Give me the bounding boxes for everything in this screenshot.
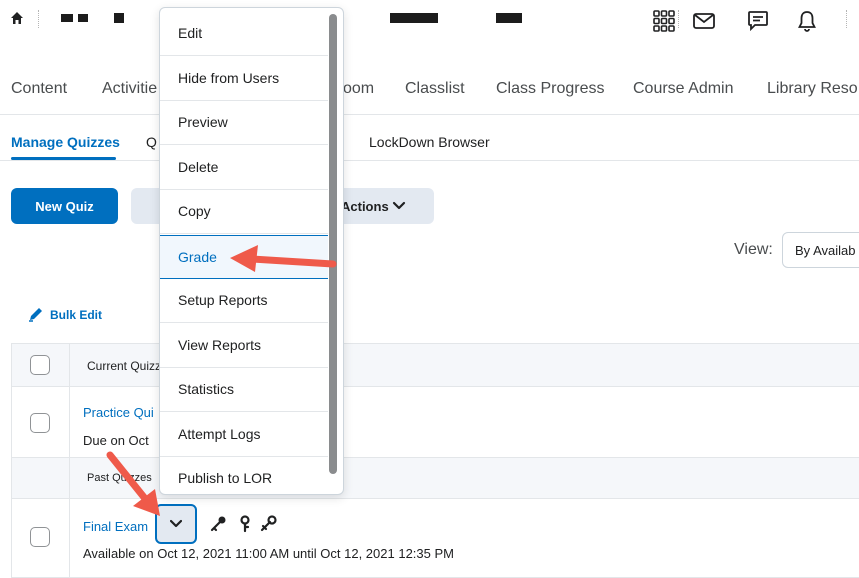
menu-item-delete[interactable]: Delete (160, 146, 328, 190)
menu-item-label: Delete (178, 159, 219, 175)
chat-icon[interactable] (746, 9, 770, 33)
nav-activities[interactable]: Activitie (102, 80, 157, 98)
checkbox-cell (12, 387, 70, 457)
menu-item-view-reports[interactable]: View Reports (160, 324, 328, 368)
menu-item-copy[interactable]: Copy (160, 190, 328, 234)
menu-item-attempt-logs[interactable]: Attempt Logs (160, 413, 328, 457)
menu-item-label: Hide from Users (178, 70, 280, 86)
top-bar (0, 0, 859, 44)
current-quizzes-header: Current Quizz (87, 359, 162, 373)
redacted-block (114, 13, 124, 23)
waffle-grid-icon[interactable] (652, 9, 676, 33)
tabs-divider (0, 160, 859, 161)
menu-item-label: Publish to LOR (178, 470, 273, 486)
menu-item-statistics[interactable]: Statistics (160, 368, 328, 412)
nav-course-admin[interactable]: Course Admin (633, 80, 734, 98)
nav-classlist[interactable]: Classlist (405, 80, 465, 98)
nav-library-resources[interactable]: Library Reso (767, 80, 858, 98)
row-checkbox[interactable] (30, 527, 50, 547)
restriction-icon (240, 515, 250, 533)
past-quizzes-header-row: Past Quizzes (11, 457, 859, 499)
quiz-context-menu: Edit Hide from Users Preview Delete Copy… (159, 7, 344, 495)
quiz-table: Current Quizz Practice Qui Due on Oct Pa… (11, 343, 859, 578)
key-icon (210, 516, 226, 532)
checkbox-cell (12, 344, 70, 386)
redacted-block (78, 14, 88, 22)
table-row: Practice Qui Due on Oct (11, 386, 859, 458)
menu-scrollbar[interactable] (329, 14, 337, 474)
redacted-block (496, 13, 522, 23)
divider (678, 10, 680, 28)
menu-item-setup-reports[interactable]: Setup Reports (160, 279, 328, 323)
divider (38, 10, 40, 28)
final-exam-context-menu-button[interactable] (155, 504, 197, 544)
mail-icon[interactable] (692, 9, 716, 33)
menu-item-label: View Reports (178, 337, 262, 353)
menu-item-label: Attempt Logs (178, 426, 261, 442)
view-select-value: By Availab (795, 243, 856, 258)
view-select[interactable]: By Availab (782, 232, 859, 268)
menu-item-label: Preview (178, 114, 228, 130)
nav-content[interactable]: Content (11, 80, 67, 98)
special-access-icon (260, 515, 277, 532)
menu-item-label: Statistics (178, 381, 235, 397)
menu-item-grade[interactable]: Grade (160, 235, 328, 279)
practice-quiz-due: Due on Oct (83, 433, 149, 448)
menu-item-edit[interactable]: Edit (160, 12, 328, 56)
menu-item-label: Copy (178, 203, 211, 219)
final-exam-availability: Available on Oct 12, 2021 11:00 AM until… (83, 546, 454, 561)
chevron-down-icon (170, 519, 182, 528)
bulk-edit-link[interactable]: Bulk Edit (50, 308, 102, 322)
tab-lockdown-browser[interactable]: LockDown Browser (369, 134, 490, 150)
practice-quiz-link[interactable]: Practice Qui (83, 405, 154, 420)
menu-item-label: Edit (178, 25, 203, 41)
past-quizzes-header: Past Quizzes (87, 472, 152, 484)
bell-icon[interactable] (795, 9, 819, 33)
home-icon[interactable] (10, 11, 24, 25)
row-checkbox[interactable] (30, 413, 50, 433)
new-quiz-button[interactable]: New Quiz (11, 188, 118, 224)
tab-q[interactable]: Q (146, 134, 157, 150)
nav-classroom[interactable]: oom (343, 80, 374, 98)
tab-manage-quizzes[interactable]: Manage Quizzes (11, 134, 120, 150)
menu-item-hide-from-users[interactable]: Hide from Users (160, 57, 328, 101)
divider (846, 10, 848, 28)
menu-item-label: Setup Reports (178, 292, 268, 308)
view-label: View: (734, 241, 773, 258)
redacted-block (61, 14, 73, 22)
pencil-icon[interactable] (27, 305, 45, 323)
menu-item-publish-to-lor[interactable]: Publish to LOR (160, 457, 328, 494)
final-exam-link[interactable]: Final Exam (83, 519, 148, 534)
current-quizzes-header-row: Current Quizz (11, 343, 859, 387)
menu-item-label: Grade (178, 249, 217, 265)
menu-item-preview[interactable]: Preview (160, 101, 328, 145)
more-actions-button[interactable]: Actions (341, 199, 389, 214)
course-navbar: Content Activitie oom Classlist Class Pr… (0, 64, 859, 115)
chevron-down-icon (392, 201, 406, 210)
table-row: Final Exam Available on Oct 12, 2021 11:… (11, 498, 859, 578)
select-all-checkbox[interactable] (30, 355, 50, 375)
checkbox-cell (12, 499, 70, 577)
nav-class-progress[interactable]: Class Progress (496, 80, 604, 98)
redacted-block (390, 13, 438, 23)
checkbox-cell (12, 458, 70, 498)
